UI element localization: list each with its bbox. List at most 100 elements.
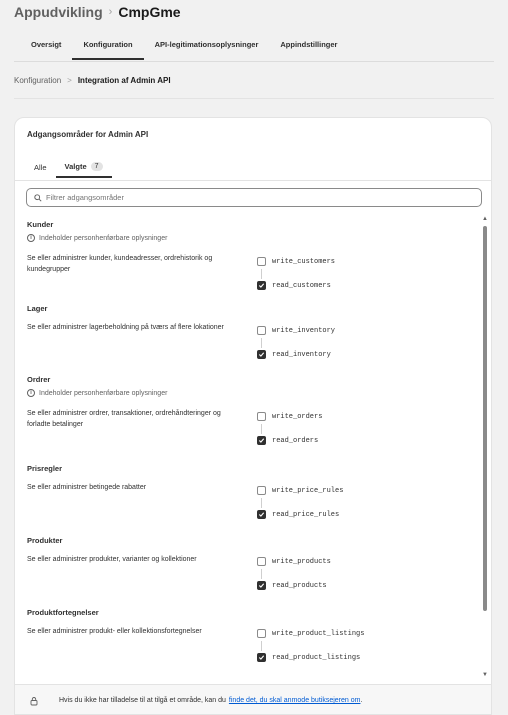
section-ordrer: Ordrer i Indeholder personhenførbare oply… — [27, 375, 477, 445]
tab-all[interactable]: Alle — [25, 156, 56, 178]
tab-konfiguration[interactable]: Konfiguration — [72, 32, 144, 60]
tab-app-settings[interactable]: Appindstillinger — [269, 32, 348, 60]
scope-label: write_price_rules — [272, 486, 344, 495]
section-title: Ordrer — [27, 375, 51, 384]
scope-connector — [261, 498, 262, 508]
scope-label: read_price_rules — [272, 510, 340, 519]
section-description: Se eller administrer kunder, kundeadress… — [27, 255, 213, 273]
checkmark-icon — [258, 655, 265, 660]
current-app: CmpGme — [118, 4, 181, 20]
checkmark-icon — [258, 283, 265, 288]
scope-connector — [261, 338, 262, 348]
scope-read-customers[interactable]: read_customers — [257, 281, 331, 290]
section-description: Se eller administrer betingede rabatter — [27, 484, 147, 491]
scope-connector — [261, 641, 262, 651]
checkbox-read-orders[interactable] — [257, 436, 266, 445]
checkbox-write-product-listings[interactable] — [257, 629, 266, 638]
scope-label: read_inventory — [272, 350, 331, 359]
checkbox-write-customers[interactable] — [257, 257, 266, 266]
scope-connector — [261, 269, 262, 279]
section-lager: Lager Se eller administrer lagerbeholdni… — [27, 304, 477, 359]
section-title: Kunder — [27, 220, 54, 229]
scope-write-price-rules[interactable]: write_price_rules — [257, 486, 343, 495]
breadcrumb: Konfiguration > Integration af Admin API — [14, 76, 171, 85]
checkbox-read-inventory[interactable] — [257, 350, 266, 359]
scope-write-products[interactable]: write_products — [257, 557, 331, 566]
tab-selected[interactable]: Valgte 7 — [55, 156, 112, 178]
scope-label: write_customers — [272, 257, 336, 266]
pii-warning: i Indeholder personhenførbare oplysninger — [27, 234, 477, 242]
scope-connector — [261, 424, 262, 434]
checkmark-icon — [258, 583, 265, 588]
scope-label: write_products — [272, 557, 331, 566]
scrollbar-thumb[interactable] — [483, 226, 487, 611]
page-title: Appudvikling › CmpGme — [14, 4, 181, 20]
section-kunder: Kunder i Indeholder personhenførbare oply… — [27, 220, 477, 290]
checkmark-icon — [258, 438, 265, 443]
info-icon: i — [27, 389, 35, 397]
section-title: Produkter — [27, 536, 63, 545]
breadcrumb-divider — [14, 98, 494, 99]
tab-api-credentials[interactable]: API-legitimationsoplysninger — [144, 32, 270, 60]
section-title: Produktfortegnelser — [27, 608, 99, 617]
pii-warning-text: Indeholder personhenførbare oplysninger — [39, 389, 168, 397]
breadcrumb-parent[interactable]: Konfiguration — [14, 76, 61, 85]
scope-label: write_orders — [272, 412, 323, 421]
checkbox-read-product-listings[interactable] — [257, 653, 266, 662]
main-tabs: Oversigt Konfiguration API-legitimations… — [20, 32, 348, 60]
scope-write-product-listings[interactable]: write_product_listings — [257, 629, 364, 638]
request-access-link[interactable]: finde det, du skal anmode butiksejeren o… — [229, 697, 361, 704]
checkmark-icon — [258, 352, 265, 357]
scope-write-customers[interactable]: write_customers — [257, 257, 335, 266]
section-description: Se eller administrer produkt- eller koll… — [27, 628, 202, 635]
scope-read-product-listings[interactable]: read_product_listings — [257, 653, 360, 662]
checkbox-write-inventory[interactable] — [257, 326, 266, 335]
checkbox-write-price-rules[interactable] — [257, 486, 266, 495]
scopes-card: Adgangsområder for Admin API Alle Valgte… — [14, 117, 492, 715]
scrollbar[interactable]: ▲ ▼ — [482, 216, 488, 678]
scope-search — [26, 188, 482, 207]
checkbox-write-orders[interactable] — [257, 412, 266, 421]
app-name[interactable]: Appudvikling — [14, 4, 103, 20]
scope-read-orders[interactable]: read_orders — [257, 436, 318, 445]
scope-read-price-rules[interactable]: read_price_rules — [257, 510, 339, 519]
footer-end: . — [360, 697, 363, 704]
scroll-down-icon[interactable]: ▼ — [482, 672, 488, 678]
breadcrumb-separator: > — [67, 76, 72, 85]
breadcrumb-current: Integration af Admin API — [77, 76, 171, 85]
lock-icon — [30, 696, 38, 705]
section-prisregler: Prisregler Se eller administrer betinged… — [27, 464, 477, 519]
info-icon: i — [27, 234, 35, 242]
scope-label: read_product_listings — [272, 653, 361, 662]
checkbox-read-products[interactable] — [257, 581, 266, 590]
scope-read-products[interactable]: read_products — [257, 581, 327, 590]
checkbox-write-products[interactable] — [257, 557, 266, 566]
section-title: Lager — [27, 304, 48, 313]
search-input[interactable] — [46, 193, 466, 202]
scope-write-orders[interactable]: write_orders — [257, 412, 322, 421]
section-description: Se eller administrer produkter, variante… — [27, 556, 197, 563]
pii-warning-text: Indeholder personhenførbare oplysninger — [39, 234, 168, 242]
search-icon — [34, 193, 42, 202]
checkbox-read-price-rules[interactable] — [257, 510, 266, 519]
section-description: Se eller administrer lagerbeholdning på … — [27, 324, 224, 331]
scope-label: read_orders — [272, 436, 319, 445]
scope-label: read_customers — [272, 281, 331, 290]
pii-warning: i Indeholder personhenførbare oplysninger — [27, 389, 477, 397]
scope-label: write_inventory — [272, 326, 336, 335]
scopes-list: Kunder i Indeholder personhenførbare oply… — [15, 214, 481, 678]
checkmark-icon — [258, 512, 265, 517]
permission-footer: Hvis du ikke har tilladelse til at tilgå… — [15, 684, 491, 714]
scope-connector — [261, 569, 262, 579]
section-produktfortegnelser: Produktfortegnelser Se eller administrer… — [27, 608, 477, 662]
section-title: Prisregler — [27, 464, 63, 473]
tab-all-label: Alle — [34, 162, 47, 172]
selected-count-badge: 7 — [90, 161, 103, 171]
scope-label: read_products — [272, 581, 327, 590]
tab-oversigt[interactable]: Oversigt — [20, 32, 72, 60]
checkbox-read-customers[interactable] — [257, 281, 266, 290]
title-separator: › — [108, 6, 113, 18]
scroll-up-icon[interactable]: ▲ — [482, 216, 488, 222]
scope-read-inventory[interactable]: read_inventory — [257, 350, 331, 359]
scope-write-inventory[interactable]: write_inventory — [257, 326, 335, 335]
